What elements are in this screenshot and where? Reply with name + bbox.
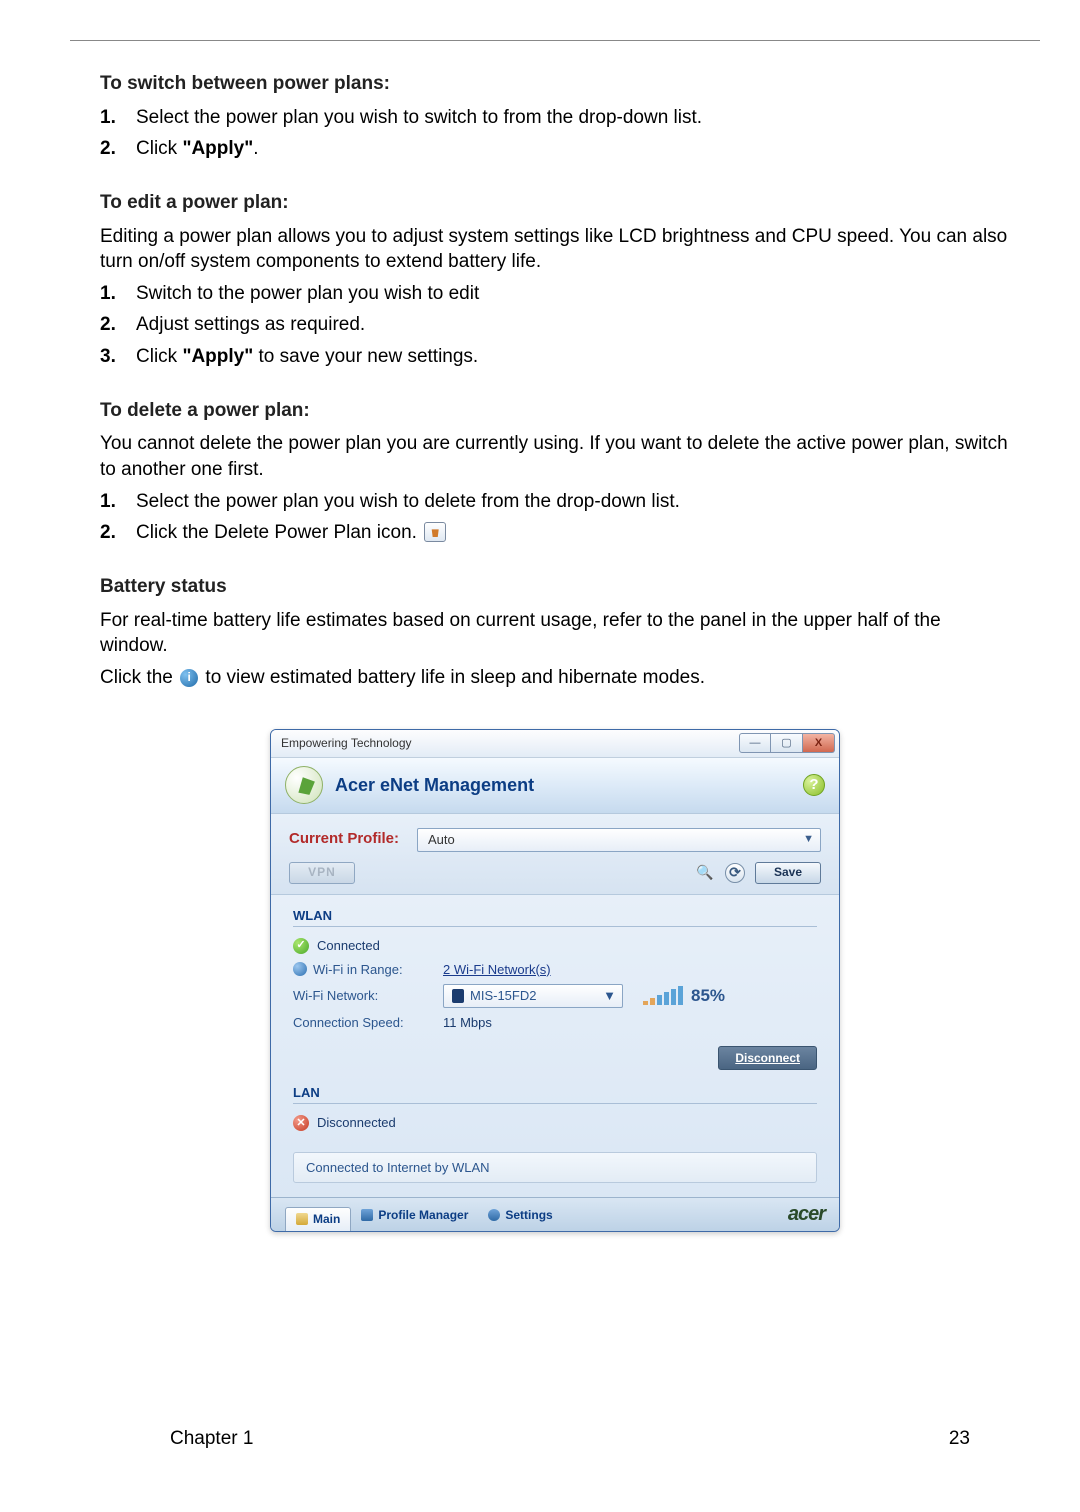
delete-intro: You cannot delete the power plan you are… — [100, 431, 1010, 482]
profile-dropdown-value: Auto — [428, 831, 455, 849]
edit-step-2: Adjust settings as required. — [100, 312, 1010, 338]
gear-icon — [488, 1209, 500, 1221]
apply-keyword: "Apply" — [182, 346, 253, 367]
wifi-range-link[interactable]: 2 Wi-Fi Network(s) — [443, 961, 551, 979]
lock-icon — [452, 989, 464, 1003]
wifi-range-row: Wi-Fi in Range: 2 Wi-Fi Network(s) — [293, 961, 817, 979]
heading-edit-plan: To edit a power plan: — [100, 190, 1010, 216]
lan-status-row: ✕ Disconnected — [293, 1114, 817, 1132]
wlan-panel: WLAN ✓ Connected Wi-Fi in Range: 2 Wi-Fi… — [271, 895, 839, 1080]
edit-intro: Editing a power plan allows you to adjus… — [100, 224, 1010, 275]
vpn-button[interactable]: VPN — [289, 862, 355, 884]
tab-profile-label: Profile Manager — [378, 1207, 468, 1223]
folder-icon — [361, 1209, 373, 1221]
delete-step-1: Select the power plan you wish to delete… — [100, 489, 1010, 515]
delete-power-plan-icon — [424, 522, 446, 542]
page-footer: Chapter 1 23 — [170, 1428, 970, 1450]
steps-delete: Select the power plan you wish to delete… — [100, 489, 1010, 546]
maximize-button[interactable]: ▢ — [771, 733, 803, 753]
steps-edit: Switch to the power plan you wish to edi… — [100, 281, 1010, 370]
switch-step-2: Click "Apply". — [100, 136, 1010, 162]
wifi-network-value: MIS-15FD2 — [470, 987, 536, 1005]
window-controls: — ▢ X — [739, 733, 835, 753]
chevron-down-icon: ▼ — [803, 832, 814, 847]
save-button[interactable]: Save — [755, 862, 821, 884]
wlan-title: WLAN — [293, 907, 817, 928]
chevron-down-icon: ▼ — [603, 987, 616, 1005]
home-icon — [296, 1213, 308, 1225]
x-icon: ✕ — [293, 1115, 309, 1131]
signal-strength-icon — [643, 987, 683, 1005]
refresh-icon[interactable]: ⟳ — [725, 863, 745, 883]
lan-status: Disconnected — [317, 1114, 396, 1132]
help-icon[interactable]: ? — [803, 774, 825, 796]
internet-status: Connected to Internet by WLAN — [293, 1152, 817, 1184]
heading-delete-plan: To delete a power plan: — [100, 398, 1010, 424]
tab-settings-label: Settings — [505, 1207, 552, 1223]
text: Click — [136, 138, 182, 159]
text: to save your new settings. — [253, 346, 478, 367]
steps-switch: Select the power plan you wish to switch… — [100, 105, 1010, 162]
disconnect-button[interactable]: Disconnect — [718, 1046, 817, 1070]
profile-dropdown[interactable]: Auto ▼ — [417, 828, 821, 852]
leaf-logo-icon — [285, 766, 323, 804]
check-icon: ✓ — [293, 938, 309, 954]
battery-p2: Click the to view estimated battery life… — [100, 665, 1010, 691]
text: Click the — [100, 667, 178, 688]
magnify-icon[interactable]: 🔍 — [695, 864, 715, 882]
profile-bar: Current Profile: Auto ▼ VPN 🔍 ⟳ Save — [271, 814, 839, 895]
window-titlebar: Empowering Technology — ▢ X — [271, 730, 839, 758]
apply-keyword: "Apply" — [182, 138, 253, 159]
close-button[interactable]: X — [803, 733, 835, 753]
tab-profile-manager[interactable]: Profile Manager — [351, 1203, 478, 1227]
heading-battery-status: Battery status — [100, 574, 1010, 600]
wifi-icon — [293, 962, 307, 976]
text: to view estimated battery life in sleep … — [205, 667, 705, 688]
text: Click — [136, 346, 182, 367]
current-profile-label: Current Profile: — [289, 829, 399, 849]
bottom-tab-bar: Main Profile Manager Settings acer — [271, 1197, 839, 1231]
lan-panel: LAN ✕ Disconnected — [271, 1080, 839, 1144]
lan-title: LAN — [293, 1084, 817, 1105]
wlan-status: Connected — [317, 937, 380, 955]
edit-step-3: Click "Apply" to save your new settings. — [100, 344, 1010, 370]
wifi-network-label: Wi-Fi Network: — [293, 987, 378, 1005]
wifi-network-row: Wi-Fi Network: MIS-15FD2 ▼ 85% — [293, 984, 817, 1008]
edit-step-1: Switch to the power plan you wish to edi… — [100, 281, 1010, 307]
app-window: Empowering Technology — ▢ X Acer eNet Ma… — [270, 729, 840, 1233]
tab-main-label: Main — [313, 1211, 340, 1227]
text: Click the Delete Power Plan icon. — [136, 522, 417, 543]
tab-main[interactable]: Main — [285, 1207, 351, 1231]
delete-step-2: Click the Delete Power Plan icon. — [100, 520, 1010, 546]
footer-chapter: Chapter 1 — [170, 1428, 253, 1450]
wifi-network-dropdown[interactable]: MIS-15FD2 ▼ — [443, 984, 623, 1008]
figure-enet-management: Empowering Technology — ▢ X Acer eNet Ma… — [100, 729, 1010, 1233]
footer-page-number: 23 — [949, 1428, 970, 1450]
tab-settings[interactable]: Settings — [478, 1203, 562, 1227]
connection-speed-label: Connection Speed: — [293, 1014, 404, 1032]
signal-percent: 85% — [691, 985, 725, 1008]
switch-step-1: Select the power plan you wish to switch… — [100, 105, 1010, 131]
wifi-range-label: Wi-Fi in Range: — [313, 961, 403, 979]
info-icon — [180, 669, 198, 687]
wlan-status-row: ✓ Connected — [293, 937, 817, 955]
heading-switch-plans: To switch between power plans: — [100, 71, 1010, 97]
text: . — [253, 138, 258, 159]
app-header: Acer eNet Management ? — [271, 758, 839, 814]
connection-speed-value: 11 Mbps — [443, 1014, 492, 1032]
app-title: Acer eNet Management — [335, 773, 803, 797]
window-title: Empowering Technology — [281, 735, 412, 751]
acer-logo: acer — [788, 1201, 825, 1228]
connection-speed-row: Connection Speed: 11 Mbps — [293, 1014, 817, 1032]
battery-p1: For real-time battery life estimates bas… — [100, 608, 1010, 659]
minimize-button[interactable]: — — [739, 733, 771, 753]
